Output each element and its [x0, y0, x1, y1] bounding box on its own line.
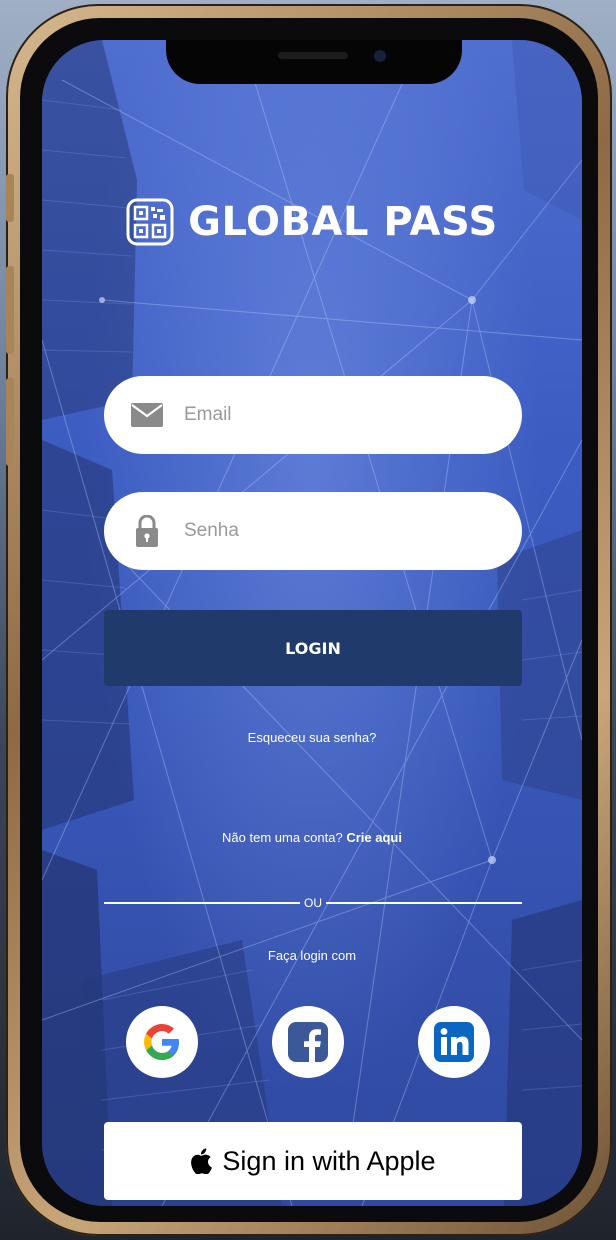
- brand-header: GLOBAL PASS: [42, 198, 582, 246]
- password-field[interactable]: [104, 492, 522, 570]
- linkedin-icon: [434, 1022, 474, 1062]
- facebook-icon: [288, 1022, 328, 1062]
- social-login-prompt: Faça login com: [267, 948, 357, 963]
- create-account-link[interactable]: Crie aqui: [346, 830, 402, 845]
- app-title: GLOBAL PASS: [188, 199, 498, 245]
- signup-prompt: Não tem uma conta? Crie aqui: [42, 830, 582, 845]
- login-button[interactable]: LOGIN: [104, 610, 522, 686]
- apple-logo-icon: [191, 1148, 213, 1174]
- divider-line-left: [104, 902, 300, 904]
- divider-line-right: [326, 902, 522, 904]
- volume-down-button: [6, 378, 14, 466]
- app-screen: GLOBAL PASS LOGIN Esqueceu sua senha? Nã…: [42, 40, 582, 1206]
- google-login-button[interactable]: [126, 1006, 198, 1078]
- speaker-grille: [278, 52, 348, 59]
- facebook-login-button[interactable]: [272, 1006, 344, 1078]
- linkedin-login-button[interactable]: [418, 1006, 490, 1078]
- email-field[interactable]: [104, 376, 522, 454]
- qr-code-logo-icon: [126, 198, 174, 246]
- password-input[interactable]: [182, 519, 486, 543]
- google-icon: [144, 1024, 179, 1060]
- lock-icon: [130, 514, 164, 548]
- or-divider: OU: [104, 896, 522, 910]
- phone-notch: [166, 40, 462, 84]
- divider-label: OU: [304, 896, 322, 910]
- envelope-icon: [130, 398, 164, 432]
- sign-in-with-apple-button[interactable]: Sign in with Apple: [104, 1122, 522, 1200]
- mute-switch: [6, 174, 14, 222]
- front-camera: [374, 50, 386, 62]
- apple-button-label: Sign in with Apple: [222, 1145, 436, 1176]
- forgot-password-link[interactable]: Esqueceu sua senha?: [42, 730, 582, 745]
- email-input[interactable]: [182, 403, 486, 427]
- volume-up-button: [6, 266, 14, 354]
- no-account-text: Não tem uma conta?: [222, 830, 343, 845]
